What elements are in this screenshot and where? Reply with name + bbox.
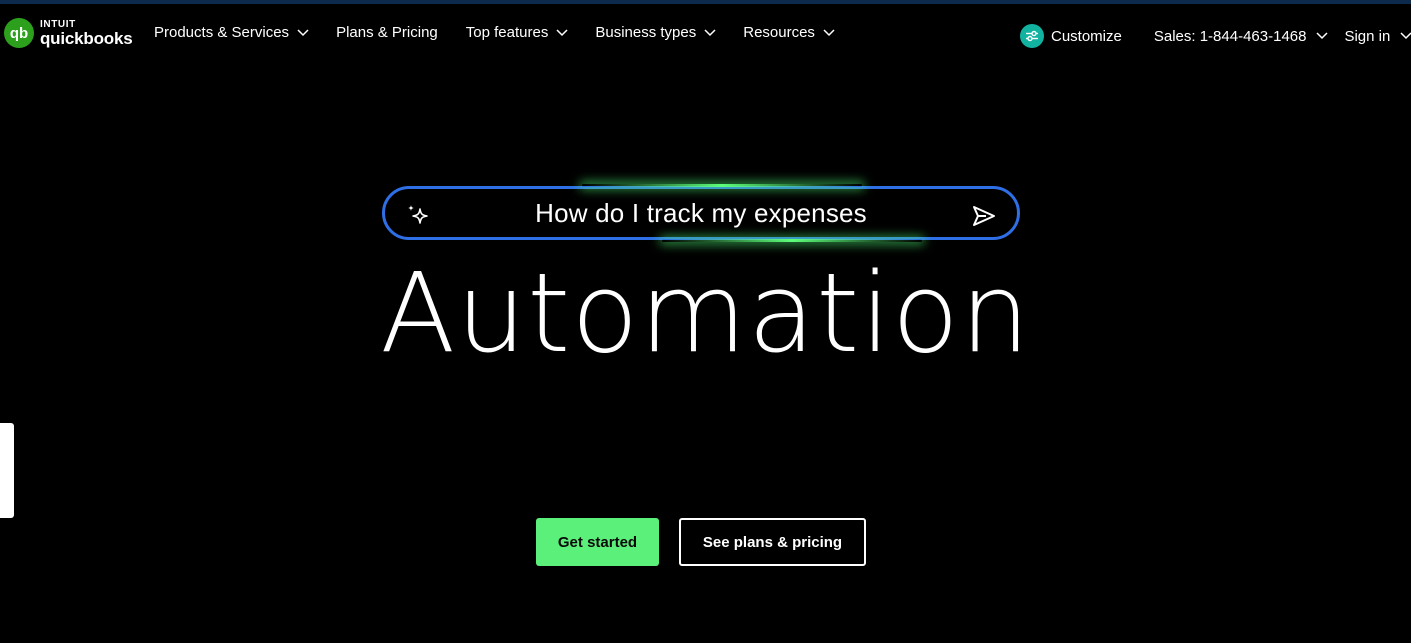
chevron-down-icon <box>556 28 568 36</box>
logo-quickbooks: quickbooks <box>40 28 133 48</box>
see-plans-pricing-button[interactable]: See plans & pricing <box>679 518 866 566</box>
nav-label: Top features <box>465 24 549 41</box>
logo-text: INTUIT quickbooks <box>40 18 133 48</box>
page: qb INTUIT quickbooks Products & Services… <box>0 0 1411 643</box>
nav-resources[interactable]: Resources <box>743 24 835 41</box>
nav-label: Plans & Pricing <box>336 24 438 41</box>
quickbooks-logo[interactable]: qb INTUIT quickbooks <box>4 18 133 48</box>
send-icon[interactable] <box>971 204 997 228</box>
sign-in-label: Sign in <box>1344 27 1391 45</box>
get-started-button[interactable]: Get started <box>536 518 659 566</box>
nav-products-services[interactable]: Products & Services <box>154 24 309 41</box>
glow-highlight-bottom <box>662 239 922 242</box>
nav-label: Business types <box>595 24 697 41</box>
customize-label: Customize <box>1051 27 1122 45</box>
glow-highlight-top <box>582 184 862 187</box>
main-nav: Products & Services Plans & Pricing Top … <box>154 24 835 41</box>
nav-business-types[interactable]: Business types <box>595 24 716 41</box>
logo-intuit: INTUIT <box>40 18 76 30</box>
nav-top-features[interactable]: Top features <box>466 24 569 41</box>
ai-search-bar: How do I track my expenses <box>382 184 1020 242</box>
chevron-down-icon <box>297 28 309 36</box>
customize-button[interactable]: Customize <box>1020 24 1122 48</box>
site-header: qb INTUIT quickbooks Products & Services… <box>0 4 1411 64</box>
nav-plans-pricing[interactable]: Plans & Pricing <box>336 24 438 41</box>
feedback-side-tab[interactable] <box>0 423 14 518</box>
sales-phone-dropdown[interactable]: Sales: 1-844-463-1468 <box>1154 28 1329 45</box>
qb-logo-icon: qb <box>4 18 34 48</box>
sales-label: Sales: 1-844-463-1468 <box>1153 27 1307 45</box>
nav-label: Products & Services <box>154 24 290 41</box>
svg-text:qb: qb <box>10 25 28 42</box>
search-input[interactable]: How do I track my expenses <box>382 186 1020 240</box>
sparkle-icon <box>408 205 428 224</box>
nav-label: Resources <box>743 24 815 41</box>
search-query-text: How do I track my expenses <box>535 197 867 228</box>
hero-headline: Automation <box>380 249 1031 377</box>
utility-nav: Customize Sales: 1-844-463-1468 Sign in <box>1020 24 1411 48</box>
chevron-down-icon <box>1400 32 1411 40</box>
chevron-down-icon <box>1316 32 1328 40</box>
sliders-icon <box>1020 24 1044 48</box>
sign-in-dropdown[interactable]: Sign in <box>1344 28 1411 45</box>
chevron-down-icon <box>704 28 716 36</box>
chevron-down-icon <box>823 28 835 36</box>
